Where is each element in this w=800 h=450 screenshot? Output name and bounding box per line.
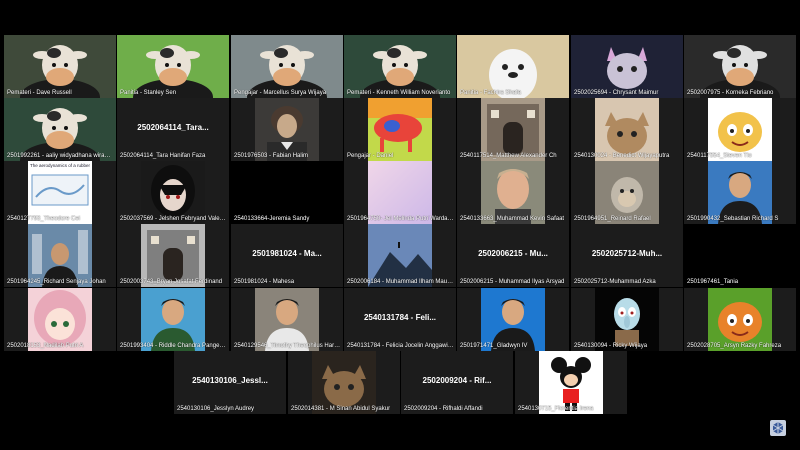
participant-name-label: 2540129546_Timothy Theophilus Hartono bbox=[234, 343, 341, 349]
participant-name-label: 2540133664-Jeremia Sandy bbox=[234, 216, 310, 222]
participant-tile[interactable]: 2540117554_Steven Tio bbox=[684, 98, 796, 161]
participant-tile[interactable]: Pengajar - Daniel bbox=[344, 98, 456, 161]
participant-name-label: Pengajar - Marcellus Surya Wijaya bbox=[234, 90, 327, 96]
participant-name-label: Panitia - Fachira Shafa bbox=[460, 90, 522, 96]
participant-name-label: 2502025712-Muhammad Azka bbox=[574, 279, 656, 285]
participant-name-label: 2501976503 - Fabian Halim bbox=[234, 153, 309, 159]
participant-name-label: 2501971471_Gladwyn IV bbox=[460, 343, 528, 349]
participant-name-label: Pemateri - Kenneth William Noverianto bbox=[347, 90, 451, 96]
participant-name-label: Pemateri - Dave Russell bbox=[7, 90, 72, 96]
participant-tile[interactable]: 2501967461_Tania bbox=[684, 224, 796, 287]
participant-tile[interactable]: 2501964750- Jei Melinda Putri Wardana bbox=[344, 161, 456, 224]
participant-tile[interactable]: 2502006215 - Mu... 2502006215 - Muhammad … bbox=[457, 224, 569, 287]
participant-tile[interactable]: 2501964951_Reinard Rafael bbox=[571, 161, 683, 224]
participant-tile[interactable]: 2540133664-Jeremia Sandy bbox=[231, 161, 343, 224]
participant-name-label: 2502014381 - M Sinan Abidul Syakur bbox=[291, 406, 391, 412]
fullscreen-icon[interactable] bbox=[768, 418, 788, 438]
participant-gallery: Pemateri - Dave Russell Panitia - Stanle… bbox=[0, 0, 800, 450]
participant-tile[interactable]: 2540130094 - Ricky Wijaya bbox=[571, 288, 683, 351]
participant-name-label: 2501981024 - Mahesa bbox=[234, 279, 295, 285]
participant-name-large: 2502009204 - Rif... bbox=[422, 376, 492, 385]
participant-name-label: 2540133663_Muhammad Kevin Safaat bbox=[460, 216, 565, 222]
participant-name-large: 2502006215 - Mu... bbox=[478, 249, 548, 258]
participant-name-label: 2540130094 - Ricky Wijaya bbox=[574, 343, 648, 349]
participant-name-label: 2501964750- Jei Melinda Putri Wardana bbox=[347, 216, 454, 222]
participant-tile[interactable]: 2502028705_Arsyn Razky Fahreza bbox=[684, 288, 796, 351]
participant-name-label: 2540130715_Florentia Irena bbox=[518, 406, 594, 412]
participant-tile[interactable]: 2502006184 - Muhammad Ilham Maulana bbox=[344, 224, 456, 287]
participant-name-label: 2502018153_Nadilah Putri A bbox=[7, 343, 84, 349]
participant-tile[interactable]: 2502009204 - Rif... 2502009204 - Rifhaldi… bbox=[401, 351, 513, 414]
participant-tile[interactable]: 2502014381 - M Sinan Abidul Syakur bbox=[288, 351, 400, 414]
participant-tile[interactable]: 2502007975 - Korneka Febriano bbox=[684, 35, 796, 98]
participant-tile[interactable]: 2502018153_Nadilah Putri A bbox=[4, 288, 116, 351]
participant-name-label: 2501964951_Reinard Rafael bbox=[574, 216, 651, 222]
participant-tile[interactable]: 2502037569 - Jelshen Febryand Valesco bbox=[117, 161, 229, 224]
participant-tile[interactable]: 2540129546_Timothy Theophilus Hartono bbox=[231, 288, 343, 351]
participant-name-label: 2540117514_Matthew Alexander Ch bbox=[460, 153, 557, 159]
participant-name-label: 2540127793_Theodore Cei bbox=[7, 216, 81, 222]
participant-name-label: 2501967461_Tania bbox=[687, 279, 739, 285]
participant-tile[interactable]: 2540131784 - Feli... 2540131784 - Felicia… bbox=[344, 288, 456, 351]
participant-tile[interactable]: Panitia - Stanley Sen bbox=[117, 35, 229, 98]
participant-tile[interactable]: 2540130106_Jessl... 2540130106_Jesslyn Au… bbox=[174, 351, 286, 414]
participant-name-label: 2502009204 - Rifhaldi Affandi bbox=[404, 406, 483, 412]
participant-tile[interactable]: 2501976503 - Fabian Halim bbox=[231, 98, 343, 161]
participant-tile[interactable]: Pengajar - Marcellus Surya Wijaya bbox=[231, 35, 343, 98]
participant-tile[interactable]: 2501971471_Gladwyn IV bbox=[457, 288, 569, 351]
participant-tile[interactable]: Pemateri - Dave Russell bbox=[4, 35, 116, 98]
participant-name-label: 2501964245_Richard Senjaya Johan bbox=[7, 279, 106, 285]
participant-name-label: 2502028705_Arsyn Razky Fahreza bbox=[687, 343, 782, 349]
participant-tile[interactable]: 2540117514_Matthew Alexander Ch bbox=[457, 98, 569, 161]
participant-name-label: Panitia - Stanley Sen bbox=[120, 90, 177, 96]
participant-name-label: 2501990432_Sebastian Richard S bbox=[687, 216, 779, 222]
participant-tile[interactable]: The aerodynamics of a rubber 2540127793_T… bbox=[4, 161, 116, 224]
participant-tile[interactable]: 2502025712-Muh... 2502025712-Muhammad Azk… bbox=[571, 224, 683, 287]
participant-name-label: 2540130024 - Benedict Wijayaputra bbox=[574, 153, 670, 159]
participant-tile[interactable]: 2501992261 - aaliy widyadhana wirawan bbox=[4, 98, 116, 161]
participant-tile[interactable]: 2540133663_Muhammad Kevin Safaat bbox=[457, 161, 569, 224]
participant-name-label: 2502003743_Bryan Josafat Ferdinand bbox=[120, 279, 223, 285]
thumbnail-title: The aerodynamics of a rubber bbox=[30, 163, 91, 168]
participant-name-label: 2540117554_Steven Tio bbox=[687, 153, 752, 159]
participant-name-large: 2502064114_Tara... bbox=[137, 123, 209, 132]
participant-name-label: 2540130106_Jesslyn Audrey bbox=[177, 406, 255, 412]
participant-name-label: 2501993404 - Riddle Chandra Pangestu bbox=[120, 343, 227, 349]
participant-tile[interactable]: 2502064114_Tara... 2502064114_Tara Hanifa… bbox=[117, 98, 229, 161]
participant-name-large: 2501981024 - Ma... bbox=[252, 249, 322, 258]
participant-name-label: 2501992261 - aaliy widyadhana wirawan bbox=[7, 153, 114, 159]
participant-tile[interactable]: 2502025694 - Chrysant Maimur bbox=[571, 35, 683, 98]
participant-name-label: 2502025694 - Chrysant Maimur bbox=[574, 90, 659, 96]
participant-tile[interactable]: Panitia - Fachira Shafa bbox=[457, 35, 569, 98]
participant-tile[interactable]: Pemateri - Kenneth William Noverianto bbox=[344, 35, 456, 98]
participant-tile[interactable]: 2501990432_Sebastian Richard S bbox=[684, 161, 796, 224]
participant-name-label: 2502007975 - Korneka Febriano bbox=[687, 90, 774, 96]
participant-name-large: 2540131784 - Feli... bbox=[363, 313, 437, 322]
participant-tile[interactable]: 2501981024 - Ma... 2501981024 - Mahesa bbox=[231, 224, 343, 287]
participant-name-label: 2540131784 - Felicia Jocelin Anggawijaya bbox=[347, 343, 454, 349]
participant-tile[interactable]: 2540130024 - Benedict Wijayaputra bbox=[571, 98, 683, 161]
participant-name-label: 2502037569 - Jelshen Febryand Valesco bbox=[120, 216, 227, 222]
participant-name-label: 2502006215 - Muhammad Ilyas Arsyad bbox=[460, 279, 565, 285]
participant-tile[interactable]: 2501993404 - Riddle Chandra Pangestu bbox=[117, 288, 229, 351]
participant-name-label: Pengajar - Daniel bbox=[347, 153, 394, 159]
participant-name-large: 2540130106_Jessl... bbox=[192, 376, 268, 385]
participant-name-label: 2502006184 - Muhammad Ilham Maulana bbox=[347, 279, 454, 285]
participant-tile[interactable]: 2502003743_Bryan Josafat Ferdinand bbox=[117, 224, 229, 287]
participant-tile[interactable]: 2501964245_Richard Senjaya Johan bbox=[4, 224, 116, 287]
participant-name-large: 2502025712-Muh... bbox=[591, 249, 663, 258]
participant-tile[interactable]: 2540130715_Florentia Irena bbox=[515, 351, 627, 414]
participant-name-label: 2502064114_Tara Hanifan Faza bbox=[120, 153, 206, 159]
